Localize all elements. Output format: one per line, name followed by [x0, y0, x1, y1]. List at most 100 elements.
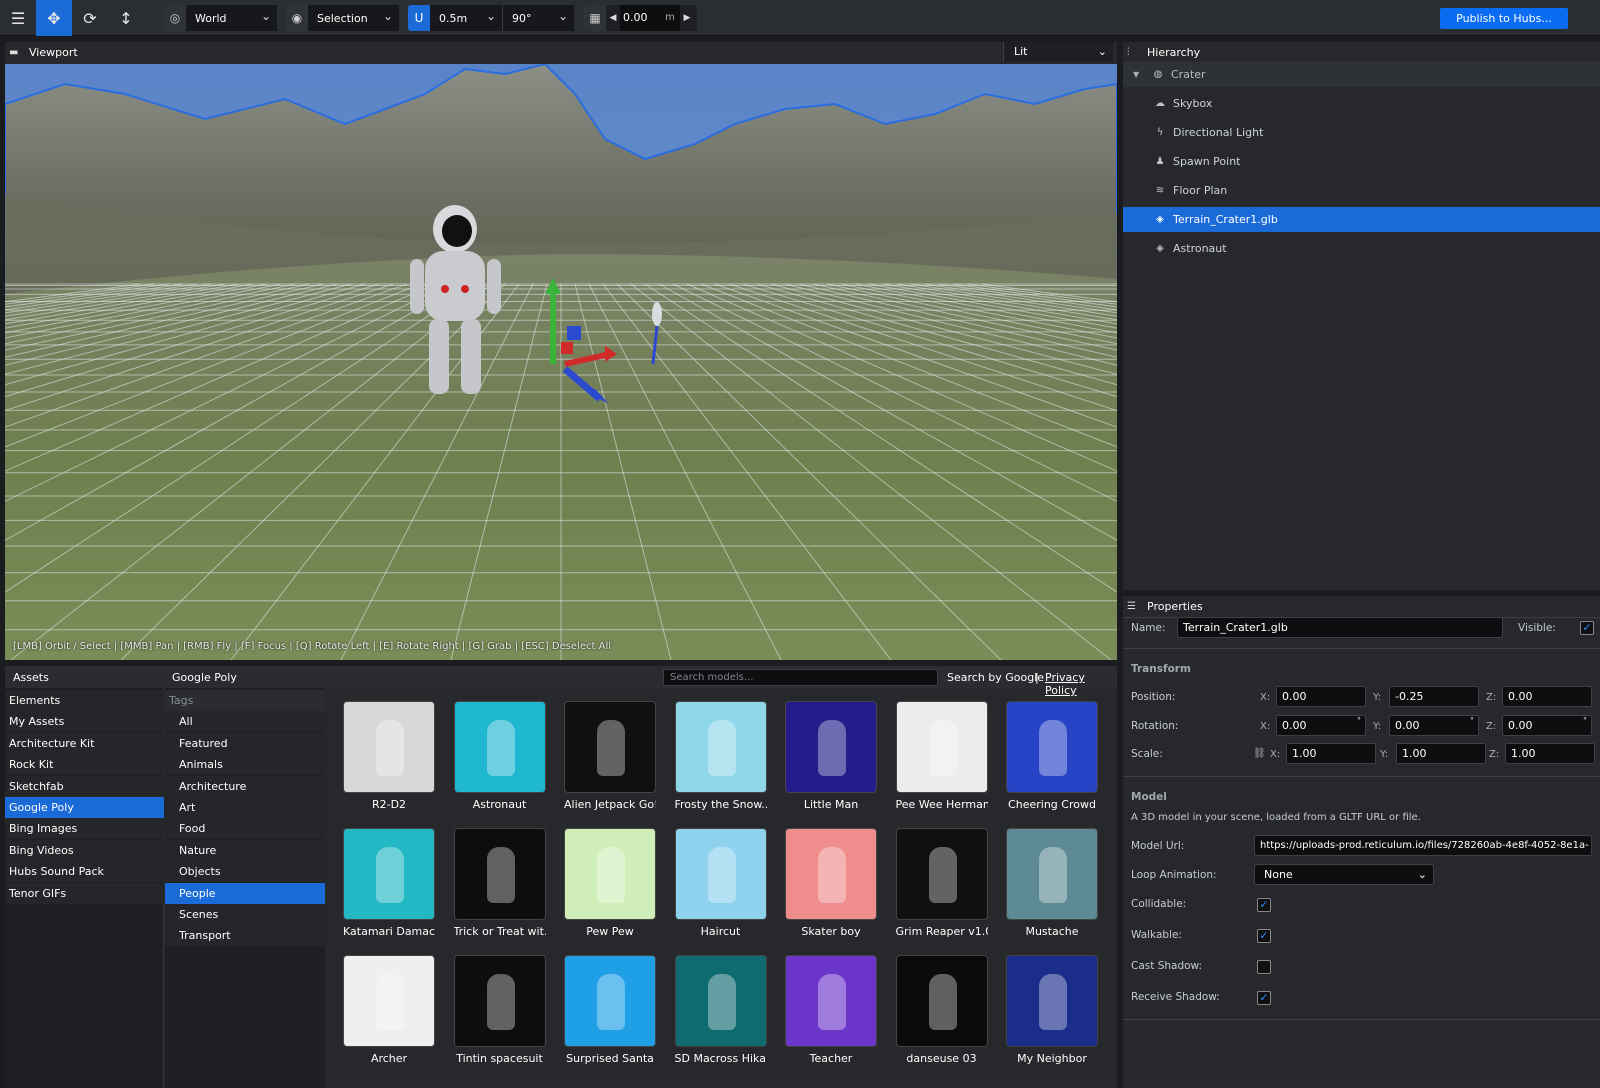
asset-card[interactable]: Mustache — [1006, 828, 1098, 938]
collidable-checkbox[interactable]: ✓ — [1257, 898, 1271, 912]
rotate-tool-button[interactable]: ⟳ — [72, 0, 108, 36]
asset-thumbnail[interactable] — [564, 955, 656, 1047]
asset-card[interactable]: Haircut — [674, 828, 767, 938]
tag-item[interactable]: Objects — [165, 861, 325, 883]
tag-item[interactable]: Animals — [165, 754, 325, 776]
translate-tool-button[interactable]: ✥ — [36, 0, 72, 36]
scale-x-input[interactable]: 1.00 — [1286, 743, 1376, 764]
asset-thumbnail[interactable] — [785, 701, 877, 793]
magnet-icon[interactable]: U — [408, 5, 430, 31]
asset-thumbnail[interactable] — [1006, 701, 1098, 793]
rotation-y-input[interactable]: 0.00 — [1389, 715, 1479, 736]
asset-thumbnail[interactable] — [564, 828, 656, 920]
asset-thumbnail[interactable] — [895, 955, 988, 1047]
publish-button[interactable]: Publish to Hubs... — [1440, 8, 1568, 29]
asset-source-item[interactable]: Bing Videos — [5, 839, 164, 861]
rotation-z-input[interactable]: 0.00 — [1502, 715, 1592, 736]
asset-card[interactable]: My Neighbor — [1006, 955, 1098, 1065]
asset-source-item[interactable]: My Assets — [5, 711, 164, 733]
asset-thumbnail[interactable] — [785, 828, 877, 920]
asset-source-item[interactable]: Architecture Kit — [5, 732, 164, 754]
hierarchy-item[interactable]: ◈ Astronaut — [1123, 236, 1600, 261]
asset-card[interactable]: Pew Pew — [564, 828, 656, 938]
asset-source-item[interactable]: Hubs Sound Pack — [5, 861, 164, 883]
asset-thumbnail[interactable] — [785, 955, 877, 1047]
asset-card[interactable]: Cheering Crowd — [1006, 701, 1098, 811]
tag-item[interactable]: All — [165, 711, 325, 733]
asset-source-item[interactable]: Google Poly — [5, 797, 164, 818]
grid-height-input[interactable]: 0.00 — [620, 5, 660, 31]
scale-tool-button[interactable]: ↕ — [108, 0, 144, 36]
snap-rotate-select[interactable]: 90° ⌄ — [503, 5, 574, 31]
asset-thumbnail[interactable] — [674, 701, 767, 793]
tag-item[interactable]: Nature — [165, 839, 325, 861]
asset-card[interactable]: Frosty the Snow... — [674, 701, 767, 811]
asset-source-item[interactable]: Elements — [5, 690, 164, 711]
hierarchy-item[interactable]: ≋ Floor Plan — [1123, 178, 1600, 203]
position-y-input[interactable]: -0.25 — [1389, 686, 1479, 707]
tag-item[interactable]: Featured — [165, 732, 325, 754]
receive-shadow-checkbox[interactable]: ✓ — [1257, 991, 1271, 1005]
render-mode-select[interactable]: Lit ⌄ — [1003, 42, 1113, 62]
asset-thumbnail[interactable] — [453, 955, 546, 1047]
asset-card[interactable]: SD Macross Hika... — [674, 955, 767, 1065]
position-z-input[interactable]: 0.00 — [1502, 686, 1592, 707]
snap-translate-select[interactable]: 0.5m ⌄ — [430, 5, 502, 31]
asset-source-item[interactable]: Sketchfab — [5, 775, 164, 797]
asset-card[interactable]: R2-D2 — [343, 701, 435, 811]
walkable-checkbox[interactable]: ✓ — [1257, 929, 1271, 943]
model-url-input[interactable]: https://uploads-prod.reticulum.io/files/… — [1254, 835, 1592, 856]
caret-down-icon[interactable]: ▼ — [1133, 70, 1147, 79]
asset-thumbnail[interactable] — [674, 828, 767, 920]
asset-thumbnail[interactable] — [453, 828, 546, 920]
asset-thumbnail[interactable] — [564, 701, 656, 793]
caret-left-icon[interactable]: ◀ — [606, 13, 620, 23]
hierarchy-item[interactable]: ☁ Skybox — [1123, 91, 1600, 116]
scale-z-input[interactable]: 1.00 — [1505, 743, 1595, 764]
name-input[interactable]: Terrain_Crater1.glb — [1177, 617, 1503, 638]
asset-thumbnail[interactable] — [1006, 955, 1098, 1047]
asset-card[interactable]: Tintin spacesuit — [453, 955, 546, 1065]
asset-card[interactable]: Astronaut — [453, 701, 546, 811]
link-icon[interactable]: ⛓ — [1253, 748, 1266, 759]
tag-item[interactable]: Architecture — [165, 775, 325, 797]
asset-card[interactable]: Alien Jetpack Go! — [564, 701, 656, 811]
hierarchy-root[interactable]: ▼ ◍ Crater — [1123, 62, 1600, 87]
tag-item[interactable]: Transport — [165, 925, 325, 947]
asset-thumbnail[interactable] — [895, 828, 988, 920]
grid-icon[interactable]: ▦ — [584, 5, 606, 31]
asset-card[interactable]: Pee Wee Herman — [895, 701, 988, 811]
caret-right-icon[interactable]: ▶ — [680, 13, 694, 23]
asset-card[interactable]: Surprised Santa — [564, 955, 656, 1065]
tag-item[interactable]: Food — [165, 818, 325, 840]
cast-shadow-checkbox[interactable] — [1257, 960, 1271, 974]
asset-thumbnail[interactable] — [895, 701, 988, 793]
asset-source-item[interactable]: Rock Kit — [5, 754, 164, 776]
loop-animation-select[interactable]: None ⌄ — [1254, 864, 1434, 885]
asset-thumbnail[interactable] — [1006, 828, 1098, 920]
scale-y-input[interactable]: 1.00 — [1396, 743, 1486, 764]
asset-thumbnail[interactable] — [674, 955, 767, 1047]
rotation-x-input[interactable]: 0.00 — [1276, 715, 1366, 736]
tag-item[interactable]: Art — [165, 797, 325, 818]
asset-source-item[interactable]: Bing Images — [5, 818, 164, 840]
asset-card[interactable]: Little Man — [785, 701, 877, 811]
asset-thumbnail[interactable] — [343, 701, 435, 793]
asset-source-item[interactable]: Tenor GIFs — [5, 882, 164, 904]
hierarchy-item[interactable]: ♟ Spawn Point — [1123, 149, 1600, 174]
asset-thumbnail[interactable] — [343, 828, 435, 920]
asset-card[interactable]: Teacher — [785, 955, 877, 1065]
asset-thumbnail[interactable] — [453, 701, 546, 793]
menu-button[interactable]: ☰ — [0, 0, 36, 36]
asset-card[interactable]: Katamari Damacy — [343, 828, 435, 938]
scene-canvas[interactable]: [LMB] Orbit / Select | [MMB] Pan | [RMB]… — [5, 64, 1117, 660]
visible-checkbox[interactable]: ✓ — [1580, 621, 1594, 635]
space-select[interactable]: ◎ World ⌄ — [164, 5, 277, 31]
asset-card[interactable]: Grim Reaper v1.0 — [895, 828, 988, 938]
asset-card[interactable]: Trick or Treat wit... — [453, 828, 546, 938]
tag-item[interactable]: Scenes — [165, 904, 325, 925]
asset-thumbnail[interactable] — [343, 955, 435, 1047]
position-x-input[interactable]: 0.00 — [1276, 686, 1366, 707]
pivot-select[interactable]: ◉ Selection ⌄ — [286, 5, 399, 31]
hierarchy-item[interactable]: ϟ Directional Light — [1123, 120, 1600, 145]
